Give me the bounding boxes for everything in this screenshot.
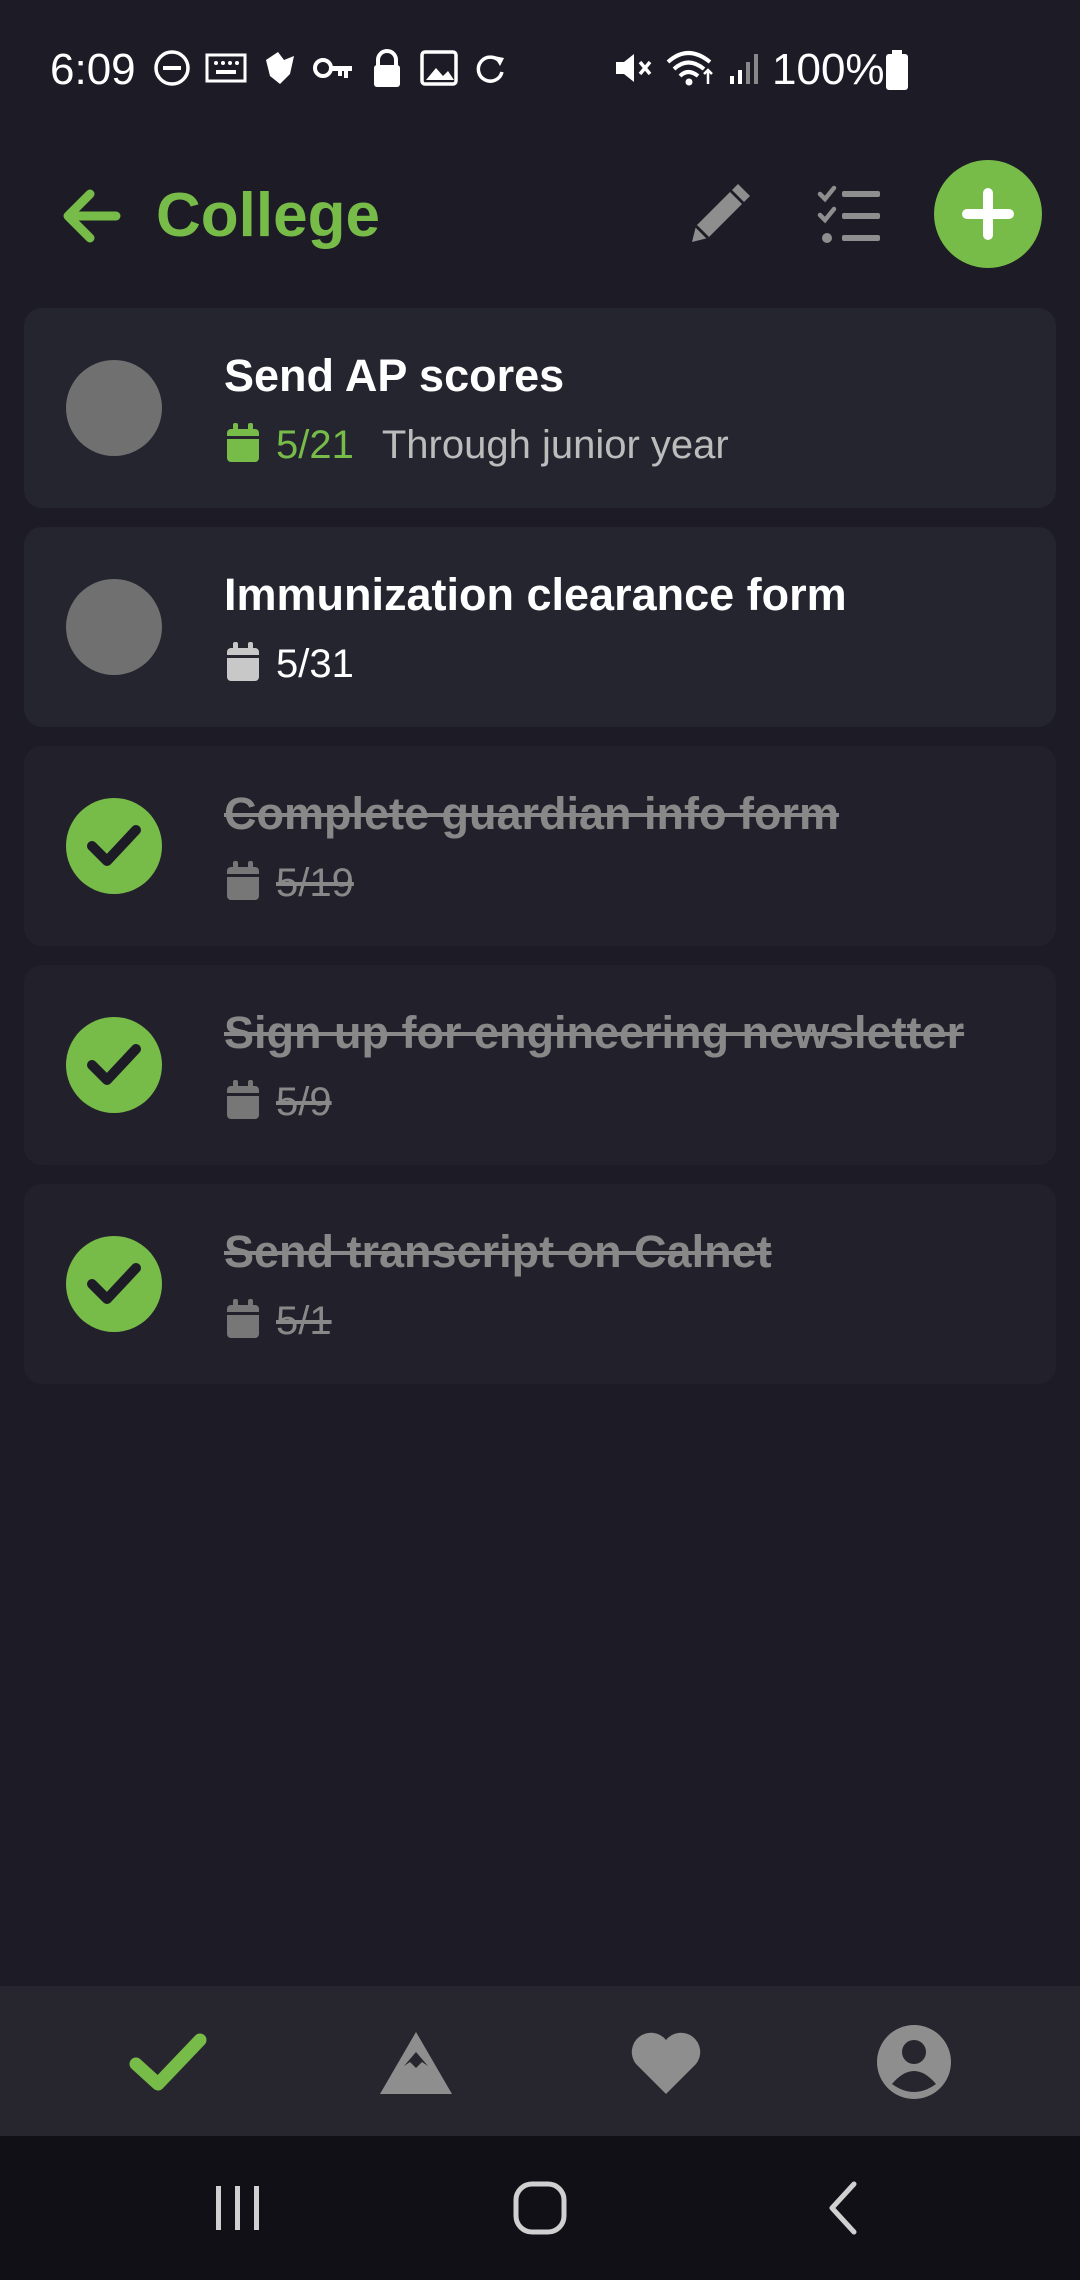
calendar-icon (226, 1079, 260, 1125)
task-due-date: 5/21 (276, 423, 354, 467)
bottom-navigation (0, 1986, 1080, 2136)
calendar-icon (226, 860, 260, 906)
task-title: Send transcript on Calnet (224, 1226, 772, 1277)
calendar-icon (226, 641, 260, 687)
task-meta: 5/21 Through junior year (226, 420, 729, 470)
do-not-disturb-icon (152, 46, 192, 90)
app-header: College (0, 150, 1080, 280)
task-meta: 5/31 (226, 639, 354, 689)
system-back-button[interactable] (762, 2136, 922, 2280)
mute-icon (610, 46, 654, 90)
task-item[interactable]: Immunization clearance form 5/31 (24, 527, 1056, 727)
plus-icon (962, 188, 1014, 240)
task-checkbox[interactable] (66, 360, 162, 456)
mountain-icon (380, 2032, 452, 2094)
task-title: Send AP scores (224, 350, 565, 401)
check-icon (129, 2033, 207, 2091)
task-meta: 5/1 (226, 1296, 332, 1346)
sync-icon (472, 46, 508, 90)
task-title: Immunization clearance form (224, 569, 847, 620)
back-button[interactable] (56, 180, 128, 252)
task-item-completed[interactable]: Sign up for engineering newsletter 5/9 (24, 965, 1056, 1165)
nav-tab-favorites[interactable] (540, 1986, 788, 2136)
task-note: Through junior year (381, 423, 729, 467)
task-item-completed[interactable]: Send transcript on Calnet 5/1 (24, 1184, 1056, 1384)
app-notification-icon (260, 46, 300, 90)
home-button[interactable] (460, 2136, 620, 2280)
keyboard-icon (204, 46, 248, 90)
back-icon (829, 2181, 857, 2235)
app-screen: 6:09 100% College Send AP scores 5/21 Th… (0, 0, 1080, 2280)
task-due-date: 5/19 (276, 861, 354, 905)
notification-icons (152, 46, 508, 90)
key-icon (312, 46, 356, 90)
task-due-date: 5/9 (276, 1080, 332, 1124)
task-checkbox-checked[interactable] (66, 1236, 162, 1332)
task-item-completed[interactable]: Complete guardian info form 5/19 (24, 746, 1056, 946)
edit-button[interactable] (684, 180, 754, 250)
check-icon (87, 1044, 141, 1085)
nav-tab-tasks[interactable] (42, 1986, 290, 2136)
arrow-left-icon (63, 189, 121, 243)
task-item[interactable]: Send AP scores 5/21 Through junior year (24, 308, 1056, 508)
system-status-icons (610, 46, 766, 90)
nav-tab-goals[interactable] (290, 1986, 538, 2136)
battery-icon (884, 50, 910, 95)
task-checkbox-checked[interactable] (66, 1017, 162, 1113)
lock-icon (368, 46, 406, 90)
wifi-icon (664, 46, 716, 90)
check-icon (87, 1263, 141, 1304)
task-due-date: 5/31 (276, 642, 354, 686)
image-icon (418, 46, 460, 90)
check-icon (87, 825, 141, 866)
calendar-icon (226, 1298, 260, 1344)
page-title: College (156, 181, 380, 250)
system-navigation-bar (0, 2136, 1080, 2280)
battery-percentage: 100% (772, 45, 885, 94)
calendar-icon (226, 422, 260, 468)
task-title: Complete guardian info form (224, 788, 840, 839)
heart-icon (631, 2032, 701, 2094)
status-time: 6:09 (50, 45, 136, 94)
add-task-button[interactable] (934, 160, 1042, 268)
nav-tab-profile[interactable] (788, 1986, 1036, 2136)
checklist-icon (817, 185, 880, 243)
pencil-icon (692, 184, 750, 242)
task-checkbox[interactable] (66, 579, 162, 675)
task-due-date: 5/1 (276, 1299, 332, 1343)
task-meta: 5/9 (226, 1077, 332, 1127)
account-icon (877, 2025, 951, 2099)
signal-icon (726, 46, 766, 90)
checklist-button[interactable] (816, 182, 886, 252)
task-checkbox-checked[interactable] (66, 798, 162, 894)
recent-apps-icon (216, 2186, 259, 2230)
home-icon (513, 2181, 567, 2235)
recent-apps-button[interactable] (158, 2136, 318, 2280)
status-bar: 6:09 100% (0, 0, 1080, 140)
task-list: Send AP scores 5/21 Through junior year … (24, 308, 1056, 1403)
task-title: Sign up for engineering newsletter (224, 1007, 965, 1058)
task-meta: 5/19 (226, 858, 354, 908)
